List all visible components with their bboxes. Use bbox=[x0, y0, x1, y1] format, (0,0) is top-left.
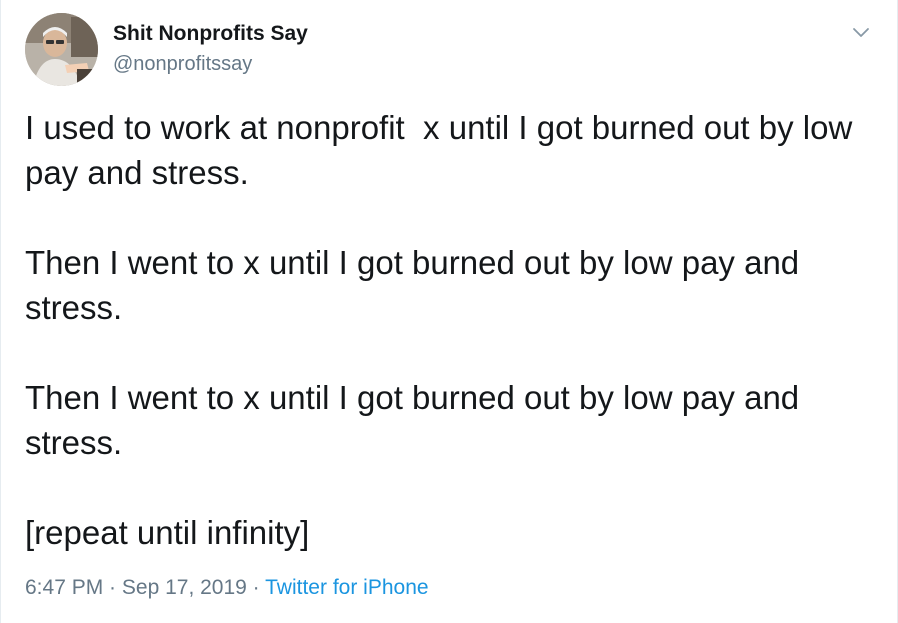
tweet-metadata: 6:47 PM · Sep 17, 2019 · Twitter for iPh… bbox=[25, 574, 429, 602]
meta-separator: · bbox=[103, 576, 122, 599]
tweet-time[interactable]: 6:47 PM bbox=[25, 576, 103, 599]
tweet-date[interactable]: Sep 17, 2019 bbox=[122, 576, 247, 599]
avatar[interactable] bbox=[25, 13, 98, 86]
meta-separator: · bbox=[246, 576, 266, 599]
chevron-down-icon[interactable] bbox=[847, 20, 875, 46]
display-name[interactable]: Shit Nonprofits Say bbox=[113, 21, 308, 47]
tweet-paragraph: I used to work at nonprofit x until I go… bbox=[25, 109, 862, 191]
tweet-paragraph: Then I went to x until I got burned out … bbox=[25, 244, 809, 326]
user-handle[interactable]: @nonprofitssay bbox=[113, 51, 252, 77]
tweet-card: Shit Nonprofits Say @nonprofitssay I use… bbox=[0, 0, 898, 623]
tweet-paragraph: Then I went to x until I got burned out … bbox=[25, 379, 809, 461]
tweet-source-link[interactable]: Twitter for iPhone bbox=[265, 576, 428, 599]
tweet-paragraph: [repeat until infinity] bbox=[25, 514, 310, 551]
avatar-photo bbox=[25, 13, 98, 86]
tweet-text: I used to work at nonprofit x until I go… bbox=[25, 105, 875, 555]
